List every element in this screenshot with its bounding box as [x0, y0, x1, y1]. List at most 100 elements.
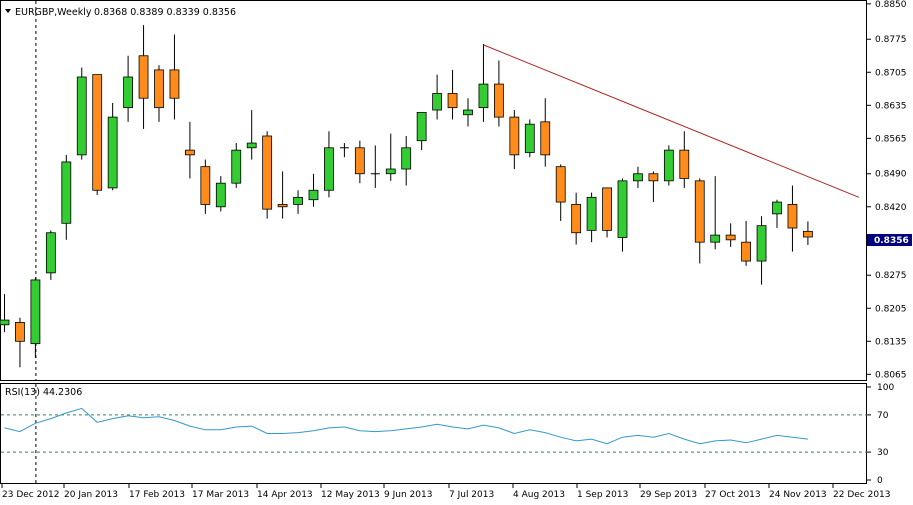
rsi-group: 100 70 30 0 — [1, 383, 894, 486]
candle-body — [123, 76, 133, 109]
candle — [184, 121, 195, 179]
candle-body — [262, 135, 273, 210]
candle — [803, 221, 813, 246]
candle — [725, 223, 736, 247]
candle-body — [524, 123, 535, 153]
date-tick-label: 17 Mar 2013 — [192, 490, 249, 500]
candle — [324, 131, 334, 198]
candle-body — [30, 279, 41, 345]
candle — [741, 220, 751, 266]
candle — [756, 216, 767, 285]
candle — [138, 25, 149, 129]
candle-body — [586, 196, 597, 231]
price-tick-label: 0.8850 — [875, 0, 907, 10]
date-tick-label: 9 Jun 2013 — [384, 490, 432, 500]
rsi-tick-label: 70 — [877, 411, 889, 421]
candle — [432, 74, 443, 120]
candle-body — [416, 111, 427, 142]
candle — [339, 143, 349, 158]
date-tick-label: 29 Sep 2013 — [640, 490, 697, 500]
candle-body — [277, 204, 288, 208]
chart-canvas[interactable]: EURGBP,Weekly 0.8368 0.8389 0.8339 0.835… — [0, 0, 913, 505]
candle-body — [200, 166, 211, 205]
candle-body — [710, 234, 721, 243]
date-tick-label: 7 Jul 2013 — [449, 490, 494, 500]
date-tick-label: 24 Nov 2013 — [769, 490, 827, 500]
date-tick-label: 22 Dec 2013 — [833, 490, 891, 500]
dropdown-arrow-icon[interactable] — [5, 9, 11, 13]
candle-body — [215, 182, 226, 208]
date-tick-label: 12 May 2013 — [321, 490, 380, 500]
candle — [107, 102, 118, 191]
candle — [617, 178, 628, 252]
date-tick-label: 4 Aug 2013 — [513, 490, 565, 500]
date-tick-label: 1 Sep 2013 — [577, 490, 628, 500]
date-tick-label: 20 Jan 2013 — [64, 490, 118, 500]
candle-body — [478, 83, 489, 109]
price-tick-label: 0.8775 — [875, 35, 907, 45]
candle-body — [76, 76, 87, 156]
candle — [293, 190, 303, 214]
candle-body — [92, 74, 103, 191]
candle-body — [648, 173, 659, 182]
candle-body — [694, 180, 705, 243]
candle — [787, 185, 798, 252]
candle — [478, 43, 489, 122]
candle-body — [679, 149, 690, 179]
candle-body — [293, 196, 303, 205]
candle-body — [324, 147, 334, 191]
candle — [540, 98, 551, 167]
candle-body — [432, 93, 443, 111]
rsi-frame — [0, 383, 867, 484]
candle-body — [246, 142, 257, 149]
candle-body — [633, 173, 643, 182]
candle-body — [540, 121, 551, 156]
date-tick-label: 17 Feb 2013 — [129, 490, 185, 500]
candle — [154, 65, 164, 122]
candle — [354, 140, 365, 184]
date-axis: 23 Dec 2012 20 Jan 2013 17 Feb 2013 17 Mar … — [1, 484, 891, 500]
candle-body — [803, 230, 813, 238]
rsi-line — [4, 407, 808, 445]
candle — [385, 133, 396, 181]
candle — [15, 317, 25, 368]
date-tick-label: 23 Dec 2012 — [2, 490, 60, 500]
price-tick-label: 0.8635 — [875, 101, 907, 111]
candle-body — [184, 149, 195, 156]
candle-body — [617, 180, 628, 238]
candle-body — [663, 149, 674, 182]
candle — [30, 277, 41, 358]
candle — [571, 192, 582, 245]
price-tick-label: 0.8135 — [875, 337, 907, 347]
candle — [246, 110, 257, 160]
price-tick-label: 0.8065 — [875, 370, 907, 380]
symbol-label: EURGBP,Weekly — [15, 7, 92, 18]
candle — [509, 110, 520, 170]
current-price-tag: 0.8356 — [874, 236, 909, 246]
candle — [710, 176, 721, 250]
candle — [401, 135, 412, 186]
candle — [45, 230, 56, 280]
candles-group — [0, 25, 813, 368]
candle-body — [401, 147, 412, 170]
candle — [679, 131, 690, 188]
candle — [633, 166, 643, 188]
candle — [602, 187, 612, 238]
candle — [200, 159, 211, 214]
candle — [694, 178, 705, 264]
price-tick-label: 0.8275 — [875, 271, 907, 281]
candle-body — [354, 147, 365, 175]
candle — [215, 176, 226, 212]
candle-body — [602, 187, 612, 231]
candle — [447, 69, 458, 120]
candle-body — [308, 189, 319, 201]
candle-body — [15, 322, 25, 342]
candle-body — [741, 241, 751, 262]
candle — [493, 60, 504, 127]
date-tick-label: 14 Apr 2013 — [257, 490, 313, 500]
price-tick-label: 0.8705 — [875, 68, 907, 78]
candle — [648, 171, 659, 203]
candle-body — [725, 234, 736, 241]
candle — [463, 98, 473, 127]
candle — [524, 119, 535, 158]
